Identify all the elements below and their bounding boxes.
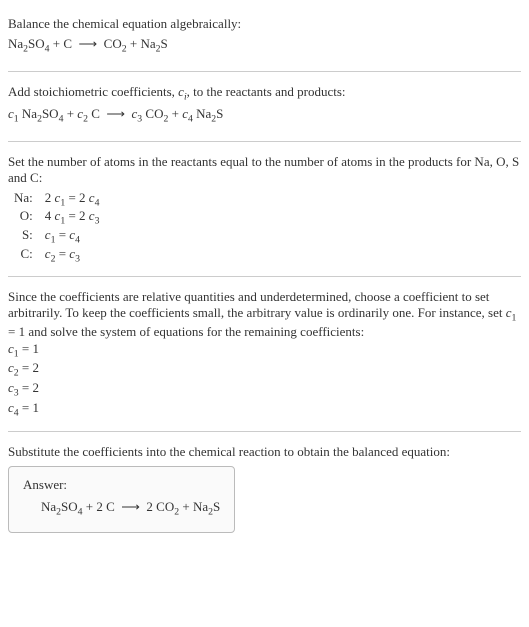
section-stoichiometric: Add stoichiometric coefficients, ci, to … bbox=[8, 76, 521, 137]
coefficient-value: c4 = 1 bbox=[8, 400, 521, 419]
divider bbox=[8, 276, 521, 277]
element-label: C: bbox=[8, 246, 39, 265]
section-problem: Balance the chemical equation algebraica… bbox=[8, 8, 521, 67]
element-equation: 4 c1 = 2 c3 bbox=[39, 208, 106, 227]
divider bbox=[8, 141, 521, 142]
substitute-text: Substitute the coefficients into the che… bbox=[8, 444, 521, 460]
problem-title: Balance the chemical equation algebraica… bbox=[8, 16, 521, 32]
coefficient-value: c1 = 1 bbox=[8, 341, 521, 360]
stoich-equation: c1 Na2SO4 + c2 C ⟶ c3 CO2 + c4 Na2S bbox=[8, 106, 521, 125]
divider bbox=[8, 71, 521, 72]
section-solve: Since the coefficients are relative quan… bbox=[8, 281, 521, 427]
balanced-equation: Na2SO4 + 2 C ⟶ 2 CO2 + Na2S bbox=[23, 499, 220, 518]
answer-label: Answer: bbox=[23, 477, 220, 493]
element-equation: c2 = c3 bbox=[39, 246, 106, 265]
section-substitute: Substitute the coefficients into the che… bbox=[8, 436, 521, 541]
coefficient-value: c2 = 2 bbox=[8, 360, 521, 379]
initial-equation: Na2SO4 + C ⟶ CO2 + Na2S bbox=[8, 36, 521, 55]
atom-row: Na:2 c1 = 2 c4 bbox=[8, 190, 105, 209]
atom-row: C:c2 = c3 bbox=[8, 246, 105, 265]
atom-row: O:4 c1 = 2 c3 bbox=[8, 208, 105, 227]
atom-row: S:c1 = c4 bbox=[8, 227, 105, 246]
answer-box: Answer: Na2SO4 + 2 C ⟶ 2 CO2 + Na2S bbox=[8, 466, 235, 533]
section-atoms: Set the number of atoms in the reactants… bbox=[8, 146, 521, 272]
atom-equations-table: Na:2 c1 = 2 c4O:4 c1 = 2 c3S:c1 = c4C:c2… bbox=[8, 190, 105, 264]
divider bbox=[8, 431, 521, 432]
stoich-text: Add stoichiometric coefficients, ci, to … bbox=[8, 84, 521, 103]
solve-text: Since the coefficients are relative quan… bbox=[8, 289, 521, 340]
element-label: S: bbox=[8, 227, 39, 246]
element-label: O: bbox=[8, 208, 39, 227]
coefficient-list: c1 = 1c2 = 2c3 = 2c4 = 1 bbox=[8, 341, 521, 418]
coefficient-value: c3 = 2 bbox=[8, 380, 521, 399]
element-label: Na: bbox=[8, 190, 39, 209]
atoms-text: Set the number of atoms in the reactants… bbox=[8, 154, 521, 186]
element-equation: c1 = c4 bbox=[39, 227, 106, 246]
element-equation: 2 c1 = 2 c4 bbox=[39, 190, 106, 209]
